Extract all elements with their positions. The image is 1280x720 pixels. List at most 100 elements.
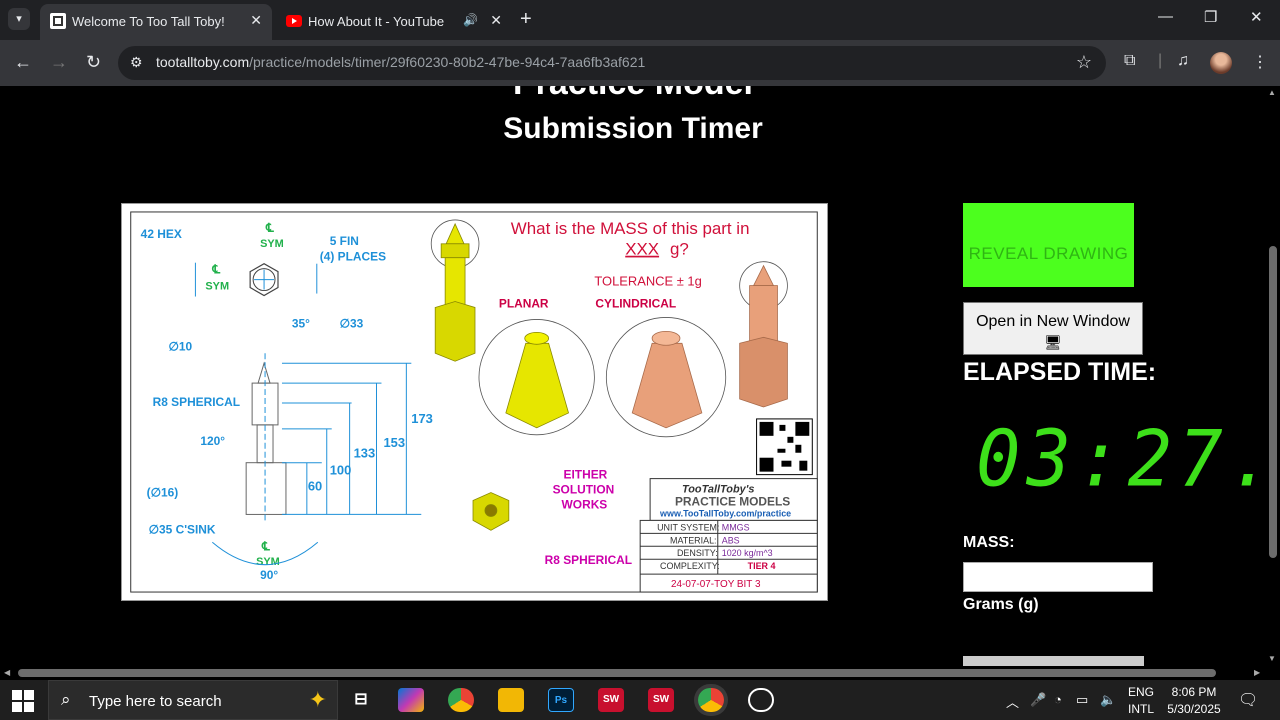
horizontal-scroll-thumb[interactable] [18,669,1216,677]
recorder-icon[interactable] [748,688,774,712]
solidworks-2023-icon[interactable]: SW [648,688,674,712]
copper-part-3d [739,261,788,408]
extensions-icon[interactable]: ⧉ [1124,52,1135,70]
cl-sym-label-2: SYM [205,281,229,293]
vertical-scrollbar[interactable]: ▲ ▼ [1266,86,1280,666]
dim-153: 153 [383,435,405,450]
battery-icon[interactable]: ▭ [1076,692,1088,708]
dia33-label: ∅33 [340,316,364,330]
angle90-label: 90° [260,568,278,582]
svg-text:ABS: ABS [722,535,740,545]
scroll-up-icon[interactable]: ▲ [1268,88,1276,97]
tab-title: Welcome To Too Tall Toby! [72,14,225,29]
angle35-label: 35° [292,316,310,330]
svg-text:MMGS: MMGS [722,522,750,532]
tab-welcome[interactable]: Welcome To Too Tall Toby! ✕ [40,4,272,40]
svg-text:℄: ℄ [211,263,220,277]
close-tab-icon[interactable]: ✕ [250,12,262,29]
restore-icon[interactable]: ❐ [1204,8,1217,26]
minimize-icon[interactable]: — [1158,8,1173,25]
media-control-icon[interactable]: ♫ [1177,52,1189,70]
open-window-label: Open in New Window [976,313,1130,330]
scroll-right-icon[interactable]: ▶ [1254,668,1260,677]
r8-spherical-label-2: R8 SPHERICAL [545,553,632,567]
copilot-icon[interactable] [398,688,424,712]
angle120-label: 120° [200,434,225,448]
tab-youtube[interactable]: How About It - YouTube 🔊 ✕ [276,4,512,40]
cl-sym-label: SYM [260,238,284,250]
site-info-icon[interactable]: ⚙ [130,54,143,71]
planar-label: PLANAR [499,296,549,310]
wifi-icon[interactable]: ◔ [1054,692,1062,707]
cylindrical-detail [605,317,727,438]
chrome-active-icon[interactable] [698,688,724,712]
open-new-window-button[interactable]: Open in New Window 🖥 [963,302,1143,355]
solidworks-2021-icon[interactable]: SW [598,688,624,712]
submit-button[interactable] [963,656,1144,666]
new-tab-icon[interactable]: + [520,8,532,31]
svg-text:SYM: SYM [256,556,280,568]
reveal-drawing-button[interactable]: REVEAL DRAWING [963,203,1134,287]
separator: | [1158,52,1163,69]
menu-kebab-icon[interactable]: ⋮ [1252,52,1268,72]
language-indicator[interactable]: ENG INTL [1128,684,1154,718]
microphone-icon[interactable]: 🎤 [1030,692,1046,708]
profile-avatar[interactable] [1210,52,1232,74]
windows-start-icon[interactable] [12,690,34,712]
address-bar[interactable]: ⚙ tootalltoby.com/practice/models/timer/… [118,46,1106,80]
logo-line2: PRACTICE MODELS [675,494,790,508]
svg-text:COMPLEXITY:: COMPLEXITY: [660,561,720,571]
file-explorer-icon[interactable] [498,688,524,712]
mass-label: MASS: [963,534,1015,551]
search-placeholder: Type here to search [89,693,222,710]
mass-input[interactable] [963,562,1153,592]
csink-label: ∅35 C'SINK [149,522,216,536]
cylindrical-label: CYLINDRICAL [595,296,676,310]
task-view-icon[interactable]: ⊟ [348,688,374,712]
svg-text:1020 kg/m^3: 1020 kg/m^3 [722,548,773,558]
url-text[interactable]: tootalltoby.com/practice/models/timer/29… [156,54,645,70]
scroll-left-icon[interactable]: ◀ [4,668,10,677]
scroll-down-icon[interactable]: ▼ [1268,654,1276,663]
reload-icon[interactable]: ↻ [86,52,101,73]
tab-strip: ▾ Welcome To Too Tall Toby! ✕ How About … [0,0,1280,40]
copilot-sparkle-icon: ✦ [308,687,327,712]
speaker-icon[interactable]: 🔊 [463,13,478,27]
system-clock[interactable]: 8:06 PM 5/30/2025 [1162,684,1226,718]
vertical-scroll-thumb[interactable] [1269,246,1277,558]
volume-icon[interactable]: 🔈 [1100,692,1116,708]
svg-text:MATERIAL:: MATERIAL: [670,535,717,545]
hex-dim-label: 42 HEX [141,227,182,241]
elapsed-time-label: ELAPSED TIME: [963,358,1157,386]
qr-code [756,418,813,476]
tab-search-button[interactable]: ▾ [8,8,30,30]
browser-toolbar: ← → ↻ ⚙ tootalltoby.com/practice/models/… [0,40,1280,86]
tolerance-label: TOLERANCE ± 1g [594,274,701,289]
dim-133: 133 [354,446,376,461]
search-icon: ⌕ [61,690,71,709]
window-close-icon[interactable]: ✕ [1250,8,1263,26]
planar-detail [478,319,595,436]
taskbar-search[interactable]: ⌕ Type here to search ✦ [48,680,338,720]
monitor-icon: 🖥 [1044,334,1062,350]
dia10-label: ∅10 [169,339,193,353]
notification-center-icon[interactable]: 🗨 [1238,690,1258,710]
dia16-label: (∅16) [147,486,179,500]
chrome-icon[interactable] [448,688,474,712]
windows-taskbar: ⌕ Type here to search ✦ ⊟ Ps SW SW ︿ 🎤 ◔… [0,680,1280,720]
logo-url: www.TooTallToby.com/practice [659,508,791,518]
part-id: 24-07-07-TOY BIT 3 [671,579,761,590]
horizontal-scrollbar[interactable]: ◀ ▶ [0,666,1266,680]
close-tab-icon[interactable]: ✕ [490,12,502,29]
show-hidden-icons[interactable]: ︿ [1006,692,1019,711]
page-content: Practice Model Submission Timer 42 HEX ℄… [0,86,1266,666]
r8-spherical-label: R8 SPHERICAL [153,395,240,409]
technical-drawing: 42 HEX ℄ SYM ℄ SYM 5 FIN (4) PLACES ∅33 … [121,203,828,601]
svg-text:DENSITY:: DENSITY: [677,548,718,558]
front-view [245,353,287,523]
photoshop-icon[interactable]: Ps [548,688,574,712]
yellow-part-3d [430,219,480,362]
forward-icon[interactable]: → [50,52,68,73]
back-icon[interactable]: ← [14,52,32,73]
bookmark-star-icon[interactable]: ☆ [1076,52,1092,73]
